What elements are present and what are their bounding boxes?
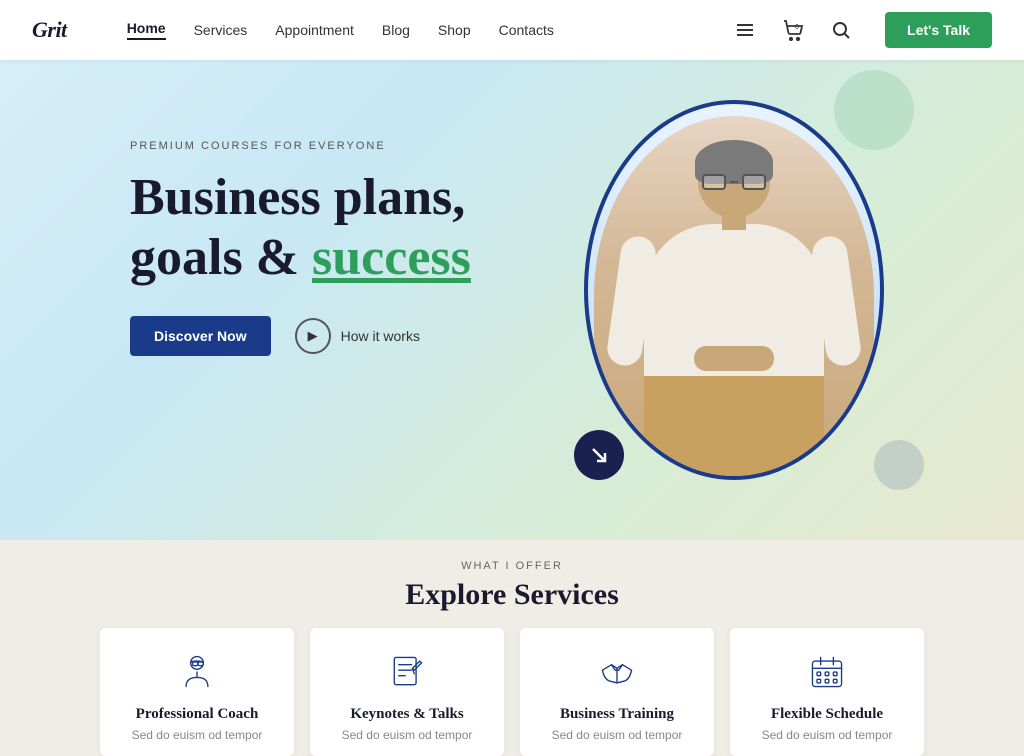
services-grid: Professional Coach Sed do euism od tempo… [0, 628, 1024, 756]
hero-title: Business plans, goals & success [130, 168, 471, 288]
services-overline: What I Offer [0, 560, 1024, 572]
how-it-works-button[interactable]: ▶ How it works [295, 318, 420, 354]
cart-icon[interactable]: 0 [777, 14, 809, 46]
service-desc-training: Sed do euism od tempor [552, 727, 683, 744]
services-section: What I Offer Explore Services [0, 540, 1024, 745]
nav-link-services[interactable]: Services [194, 22, 248, 38]
hero-image-area [564, 80, 904, 520]
menu-icon[interactable] [729, 14, 761, 46]
service-name-keynote: Keynotes & Talks [350, 706, 463, 723]
how-it-works-label: How it works [341, 328, 420, 344]
nav-link-blog[interactable]: Blog [382, 22, 410, 38]
search-icon[interactable] [825, 14, 857, 46]
coach-icon [173, 648, 221, 696]
hero-person-illustration [594, 116, 874, 476]
deco-circle-2 [874, 440, 924, 490]
hero-overline: Premium Courses for Everyone [130, 140, 471, 152]
logo-text: Grit [32, 17, 67, 42]
service-name-schedule: Flexible Schedule [771, 706, 883, 723]
hero-scroll-arrow[interactable] [574, 430, 624, 480]
service-name-training: Business Training [560, 706, 674, 723]
service-desc-coach: Sed do euism od tempor [132, 727, 263, 744]
nav-link-contacts[interactable]: Contacts [499, 22, 554, 38]
nav-link-shop[interactable]: Shop [438, 22, 471, 38]
service-card-coach[interactable]: Professional Coach Sed do euism od tempo… [100, 628, 294, 756]
play-icon: ▶ [295, 318, 331, 354]
svg-text:0: 0 [795, 24, 799, 31]
service-card-schedule[interactable]: Flexible Schedule Sed do euism od tempor [730, 628, 924, 756]
services-title: Explore Services [0, 578, 1024, 612]
service-card-training[interactable]: Business Training Sed do euism od tempor [520, 628, 714, 756]
services-header: What I Offer Explore Services [0, 560, 1024, 612]
hero-title-line2: goals & [130, 229, 312, 286]
schedule-icon [803, 648, 851, 696]
nav-links: Home Services Appointment Blog Shop Cont… [127, 20, 729, 40]
nav-link-appointment[interactable]: Appointment [275, 22, 354, 38]
nav-icons: 0 Let's Talk [729, 12, 992, 48]
hero-section: Premium Courses for Everyone Business pl… [0, 60, 1024, 540]
service-desc-schedule: Sed do euism od tempor [762, 727, 893, 744]
service-card-keynote[interactable]: Keynotes & Talks Sed do euism od tempor [310, 628, 504, 756]
service-name-coach: Professional Coach [136, 706, 259, 723]
hero-title-line1: Business plans, [130, 169, 465, 226]
keynote-icon [383, 648, 431, 696]
training-icon [593, 648, 641, 696]
logo[interactable]: Grit [32, 17, 67, 43]
navbar: Grit Home Services Appointment Blog Shop… [0, 0, 1024, 60]
nav-link-home[interactable]: Home [127, 20, 166, 40]
hero-actions: Discover Now ▶ How it works [130, 316, 471, 356]
service-desc-keynote: Sed do euism od tempor [342, 727, 473, 744]
discover-now-button[interactable]: Discover Now [130, 316, 271, 356]
hero-portrait-circle [584, 100, 884, 480]
deco-circle-1 [834, 70, 914, 150]
hero-title-highlight: success [312, 229, 471, 286]
lets-talk-button[interactable]: Let's Talk [885, 12, 992, 48]
hero-content: Premium Courses for Everyone Business pl… [130, 140, 471, 356]
